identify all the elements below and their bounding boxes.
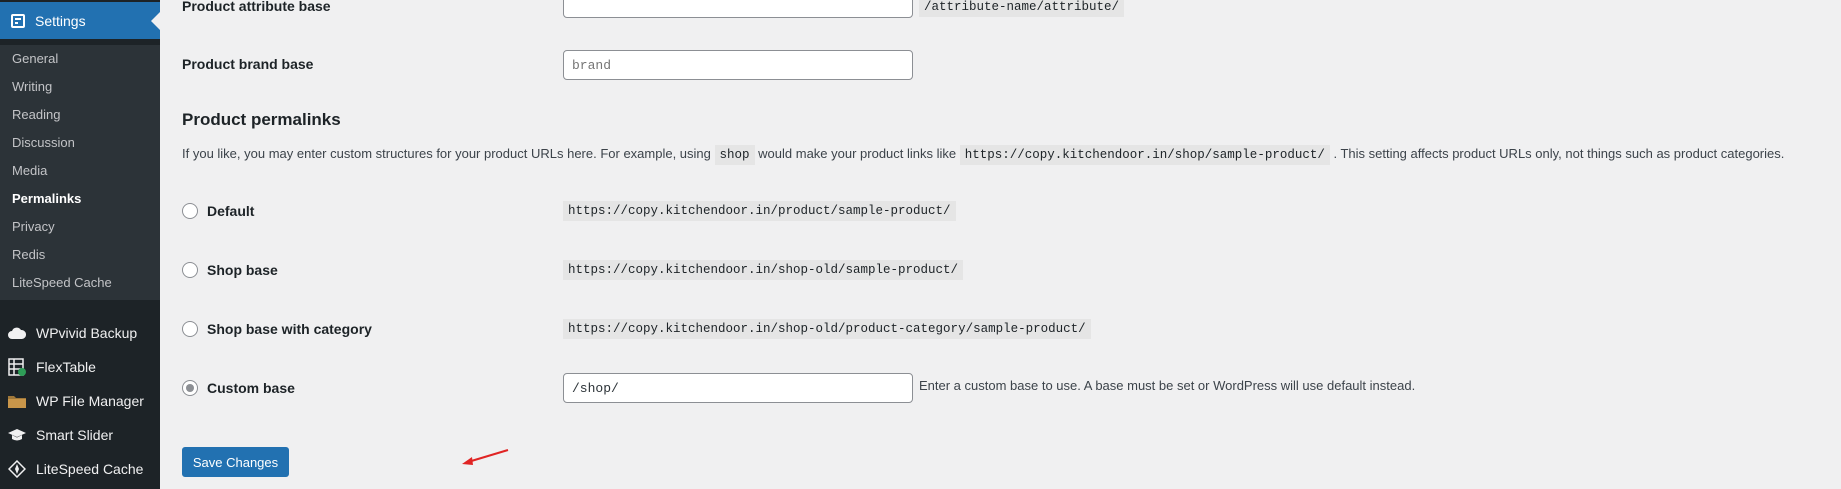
option-label: Shop base with category	[207, 321, 372, 337]
submenu-permalinks[interactable]: Permalinks	[0, 185, 160, 213]
description-text: If you like, you may enter custom struct…	[182, 146, 711, 161]
submenu-general[interactable]: General	[0, 45, 160, 73]
admin-sidebar: Settings General Writing Reading Discuss…	[0, 0, 160, 489]
plugin-menu: WPvivid Backup FlexTable WP File Manager…	[0, 316, 160, 486]
description-code-shop: shop	[714, 145, 755, 165]
menu-wp-file-manager[interactable]: WP File Manager	[0, 384, 160, 418]
diamond-icon	[7, 459, 27, 479]
menu-label: WP File Manager	[36, 393, 144, 409]
graduation-cap-icon	[7, 425, 27, 445]
attribute-base-label: Product attribute base	[182, 0, 331, 14]
option-label: Default	[207, 203, 255, 219]
option-label: Shop base	[207, 262, 278, 278]
submenu-privacy[interactable]: Privacy	[0, 213, 160, 241]
main-content: Product attribute base /attribute-name/a…	[160, 0, 1841, 489]
option-url: https://copy.kitchendoor.in/product/samp…	[563, 201, 956, 221]
menu-label: LiteSpeed Cache	[36, 461, 144, 477]
description-text: . This setting affects product URLs only…	[1333, 146, 1785, 161]
submenu-redis[interactable]: Redis	[0, 241, 160, 269]
radio-custom-base[interactable]	[182, 380, 198, 396]
brand-base-input[interactable]	[563, 50, 913, 80]
submenu-litespeed-cache[interactable]: LiteSpeed Cache	[0, 269, 160, 297]
option-shop-base: Shop base	[182, 260, 278, 280]
menu-wpvivid-backup[interactable]: WPvivid Backup	[0, 316, 160, 350]
menu-litespeed-cache[interactable]: LiteSpeed Cache	[0, 452, 160, 486]
radio-shop-base[interactable]	[182, 262, 198, 278]
submenu-writing[interactable]: Writing	[0, 73, 160, 101]
option-url: https://copy.kitchendoor.in/shop-old/pro…	[563, 319, 1091, 339]
brand-base-label: Product brand base	[182, 56, 314, 72]
permalink-description: If you like, you may enter custom struct…	[182, 145, 1785, 165]
option-url: https://copy.kitchendoor.in/shop-old/sam…	[563, 260, 964, 280]
submenu-discussion[interactable]: Discussion	[0, 129, 160, 157]
menu-label: FlexTable	[36, 359, 96, 375]
menu-smart-slider[interactable]: Smart Slider	[0, 418, 160, 452]
radio-shop-base-category[interactable]	[182, 321, 198, 337]
menu-settings-label: Settings	[35, 12, 86, 29]
current-menu-arrow	[151, 12, 160, 30]
save-changes-button[interactable]: Save Changes	[182, 447, 289, 477]
menu-label: Smart Slider	[36, 427, 114, 443]
menu-flextable[interactable]: FlexTable	[0, 350, 160, 384]
attribute-base-row: Product attribute base	[182, 0, 331, 16]
submenu-reading[interactable]: Reading	[0, 101, 160, 129]
description-text: would make your product links like	[758, 146, 957, 161]
option-label: Custom base	[207, 380, 295, 396]
annotation-arrow-icon	[462, 449, 509, 465]
settings-icon	[11, 13, 25, 28]
option-shop-base-category: Shop base with category	[182, 319, 372, 339]
description-code-url: https://copy.kitchendoor.in/shop/sample-…	[959, 145, 1330, 165]
section-title: Product permalinks	[182, 110, 341, 129]
attribute-base-input[interactable]	[563, 0, 913, 18]
menu-settings[interactable]: Settings	[0, 2, 160, 39]
radio-default[interactable]	[182, 203, 198, 219]
submenu-media[interactable]: Media	[0, 157, 160, 185]
attribute-base-hint: /attribute-name/attribute/	[919, 0, 1125, 17]
custom-base-input[interactable]	[563, 373, 913, 403]
table-icon	[7, 357, 27, 377]
menu-label: WPvivid Backup	[36, 325, 138, 341]
folder-icon	[7, 391, 27, 411]
cloud-icon	[7, 323, 27, 343]
brand-base-row: Product brand base	[182, 54, 313, 74]
option-default: Default	[182, 201, 254, 221]
settings-submenu: General Writing Reading Discussion Media…	[0, 45, 160, 300]
option-custom-base: Custom base	[182, 378, 295, 398]
custom-base-hint: Enter a custom base to use. A base must …	[919, 378, 1416, 393]
